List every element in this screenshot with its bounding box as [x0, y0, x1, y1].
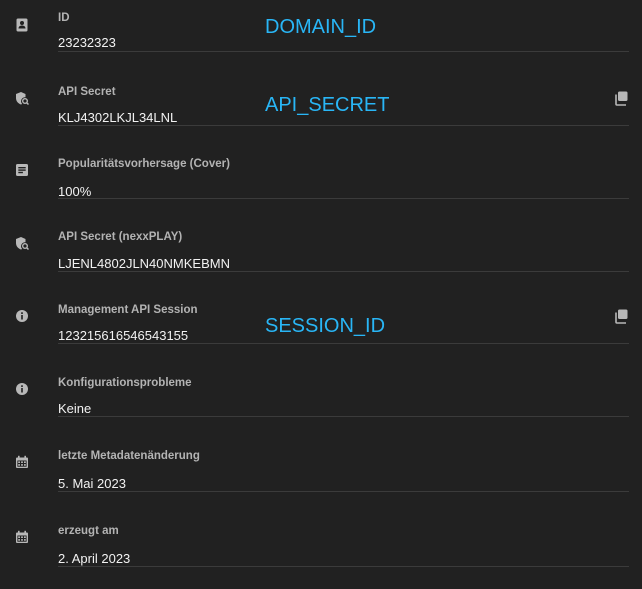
field-value[interactable]: 2. April 2023 [58, 551, 130, 566]
api-secret-overlay-label: API_SECRET [265, 94, 390, 116]
metadata-list: ID 23232323 API Secret KLJ4302LKJL34LNL … [0, 0, 642, 589]
field-row-created-at: erzeugt am 2. April 2023 [0, 0, 642, 570]
divider [58, 566, 629, 567]
calendar-icon [15, 530, 29, 544]
session-id-overlay-label: SESSION_ID [265, 315, 386, 337]
domain-id-overlay-label: DOMAIN_ID [265, 16, 377, 38]
field-label: erzeugt am [58, 525, 119, 537]
